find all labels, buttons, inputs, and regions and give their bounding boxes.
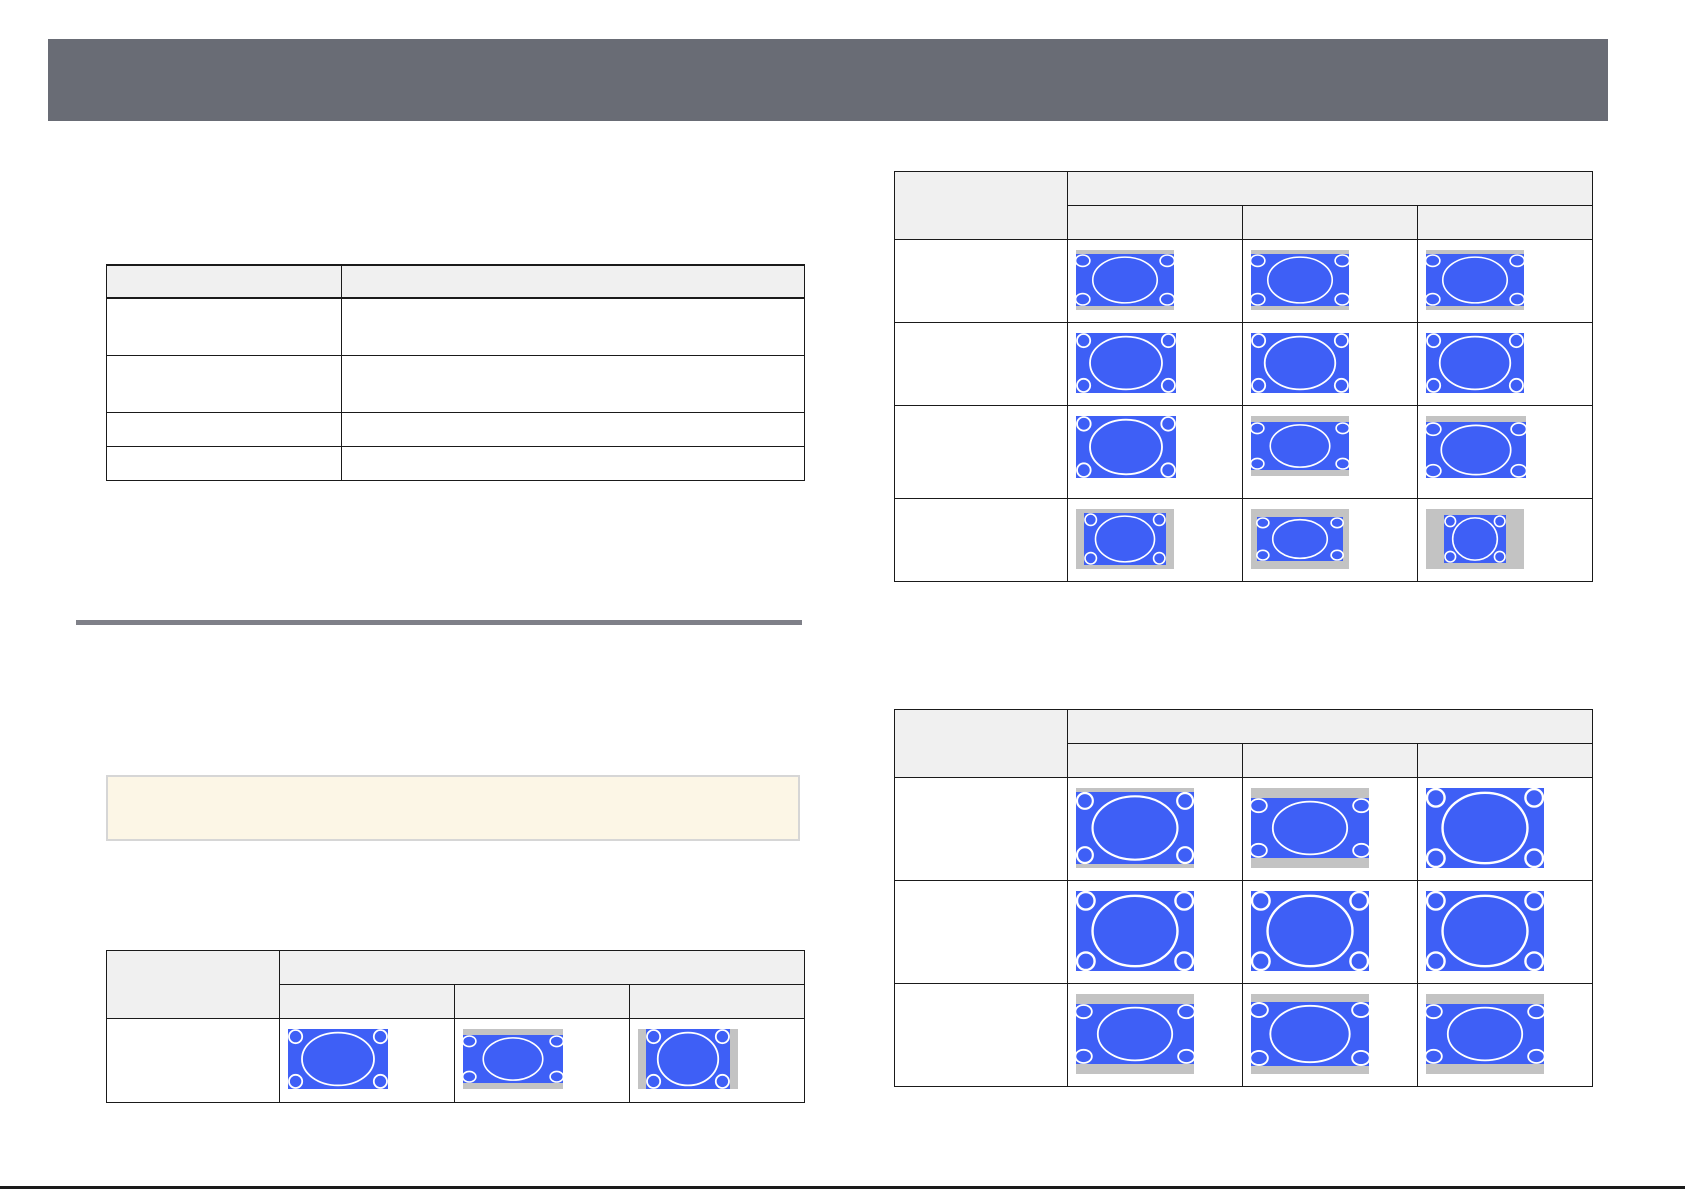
aspect-thumbnail [1242, 239, 1418, 323]
aspect-thumbnail [1067, 498, 1243, 582]
aspect-ratio-test-pattern-icon [1251, 891, 1369, 971]
aspect-ratio-test-pattern-icon [1076, 994, 1194, 1074]
aspect-thumbnail [1067, 983, 1243, 1087]
aspect-ratio-test-pattern-icon [463, 1029, 563, 1089]
footer-rule [0, 1186, 1685, 1189]
aspect-ratio-test-pattern-icon [1251, 416, 1349, 476]
aspect-thumbnail [1416, 322, 1594, 406]
screen-area [1076, 1004, 1194, 1064]
aspect-thumbnail [1416, 983, 1594, 1087]
screen-area [288, 1029, 388, 1089]
table-row [106, 297, 805, 356]
aspect-thumbnail [1067, 777, 1243, 881]
screen-area [463, 1035, 563, 1083]
aspect-thumbnail [1067, 880, 1243, 984]
aspect-ratio-test-pattern-icon [1076, 333, 1176, 393]
aspect-ratio-test-pattern-icon [1251, 788, 1369, 868]
aspect-table-3 [894, 709, 1594, 1087]
screen-area [1426, 1004, 1544, 1064]
aspect-thumbnail [1242, 498, 1418, 582]
aspect-thumbnail [454, 1018, 630, 1103]
section-divider [76, 620, 802, 625]
aspect-ratio-test-pattern-icon [1076, 416, 1176, 478]
settings-table [106, 264, 805, 481]
aspect-ratio-test-pattern-icon [1426, 250, 1524, 310]
screen-area [1257, 517, 1343, 561]
aspect-ratio-test-pattern-icon [1251, 509, 1349, 569]
aspect-thumbnail [1242, 322, 1418, 406]
aspect-thumbnail [1416, 777, 1594, 881]
aspect-ratio-test-pattern-icon [1426, 509, 1524, 569]
page-header-bar [48, 39, 1608, 121]
aspect-ratio-test-pattern-icon [1076, 891, 1194, 971]
aspect-ratio-test-pattern-icon [638, 1029, 738, 1089]
aspect-thumbnail [1242, 983, 1418, 1087]
aspect-thumbnail [1242, 405, 1418, 499]
screen-area [1251, 1002, 1369, 1066]
aspect-thumbnail [1067, 322, 1243, 406]
aspect-ratio-test-pattern-icon [1426, 416, 1526, 478]
screen-area [1251, 798, 1369, 858]
aspect-thumbnail [279, 1018, 455, 1103]
aspect-ratio-test-pattern-icon [288, 1029, 388, 1089]
screen-area [1251, 254, 1349, 306]
table-header-row [106, 264, 805, 299]
aspect-ratio-test-pattern-icon [1076, 509, 1174, 569]
screen-area [1076, 333, 1176, 393]
aspect-thumbnail [1416, 405, 1594, 499]
aspect-thumbnail [628, 1018, 806, 1103]
aspect-ratio-test-pattern-icon [1251, 994, 1369, 1074]
aspect-ratio-test-pattern-icon [1426, 333, 1524, 393]
note-box [106, 775, 800, 841]
aspect-ratio-test-pattern-icon [1251, 333, 1349, 393]
aspect-table-2 [894, 171, 1594, 582]
aspect-ratio-test-pattern-icon [1076, 250, 1174, 310]
aspect-thumbnail [1242, 880, 1418, 984]
aspect-ratio-test-pattern-icon [1426, 788, 1544, 868]
screen-area [1076, 254, 1174, 306]
aspect-table-1 [106, 950, 806, 1103]
table-row [106, 411, 805, 447]
aspect-thumbnail [1416, 498, 1594, 582]
aspect-thumbnail [1416, 880, 1594, 984]
aspect-thumbnail [1242, 777, 1418, 881]
aspect-thumbnail [1067, 405, 1243, 499]
aspect-ratio-test-pattern-icon [1426, 994, 1544, 1074]
aspect-ratio-test-pattern-icon [1076, 788, 1194, 868]
aspect-ratio-test-pattern-icon [1426, 891, 1544, 971]
aspect-thumbnail [1416, 239, 1594, 323]
aspect-ratio-test-pattern-icon [1251, 250, 1349, 310]
screen-area [1251, 422, 1349, 470]
aspect-thumbnail [1067, 239, 1243, 323]
screen-area [1426, 254, 1524, 306]
table-row [106, 354, 805, 413]
table-row [106, 445, 805, 481]
